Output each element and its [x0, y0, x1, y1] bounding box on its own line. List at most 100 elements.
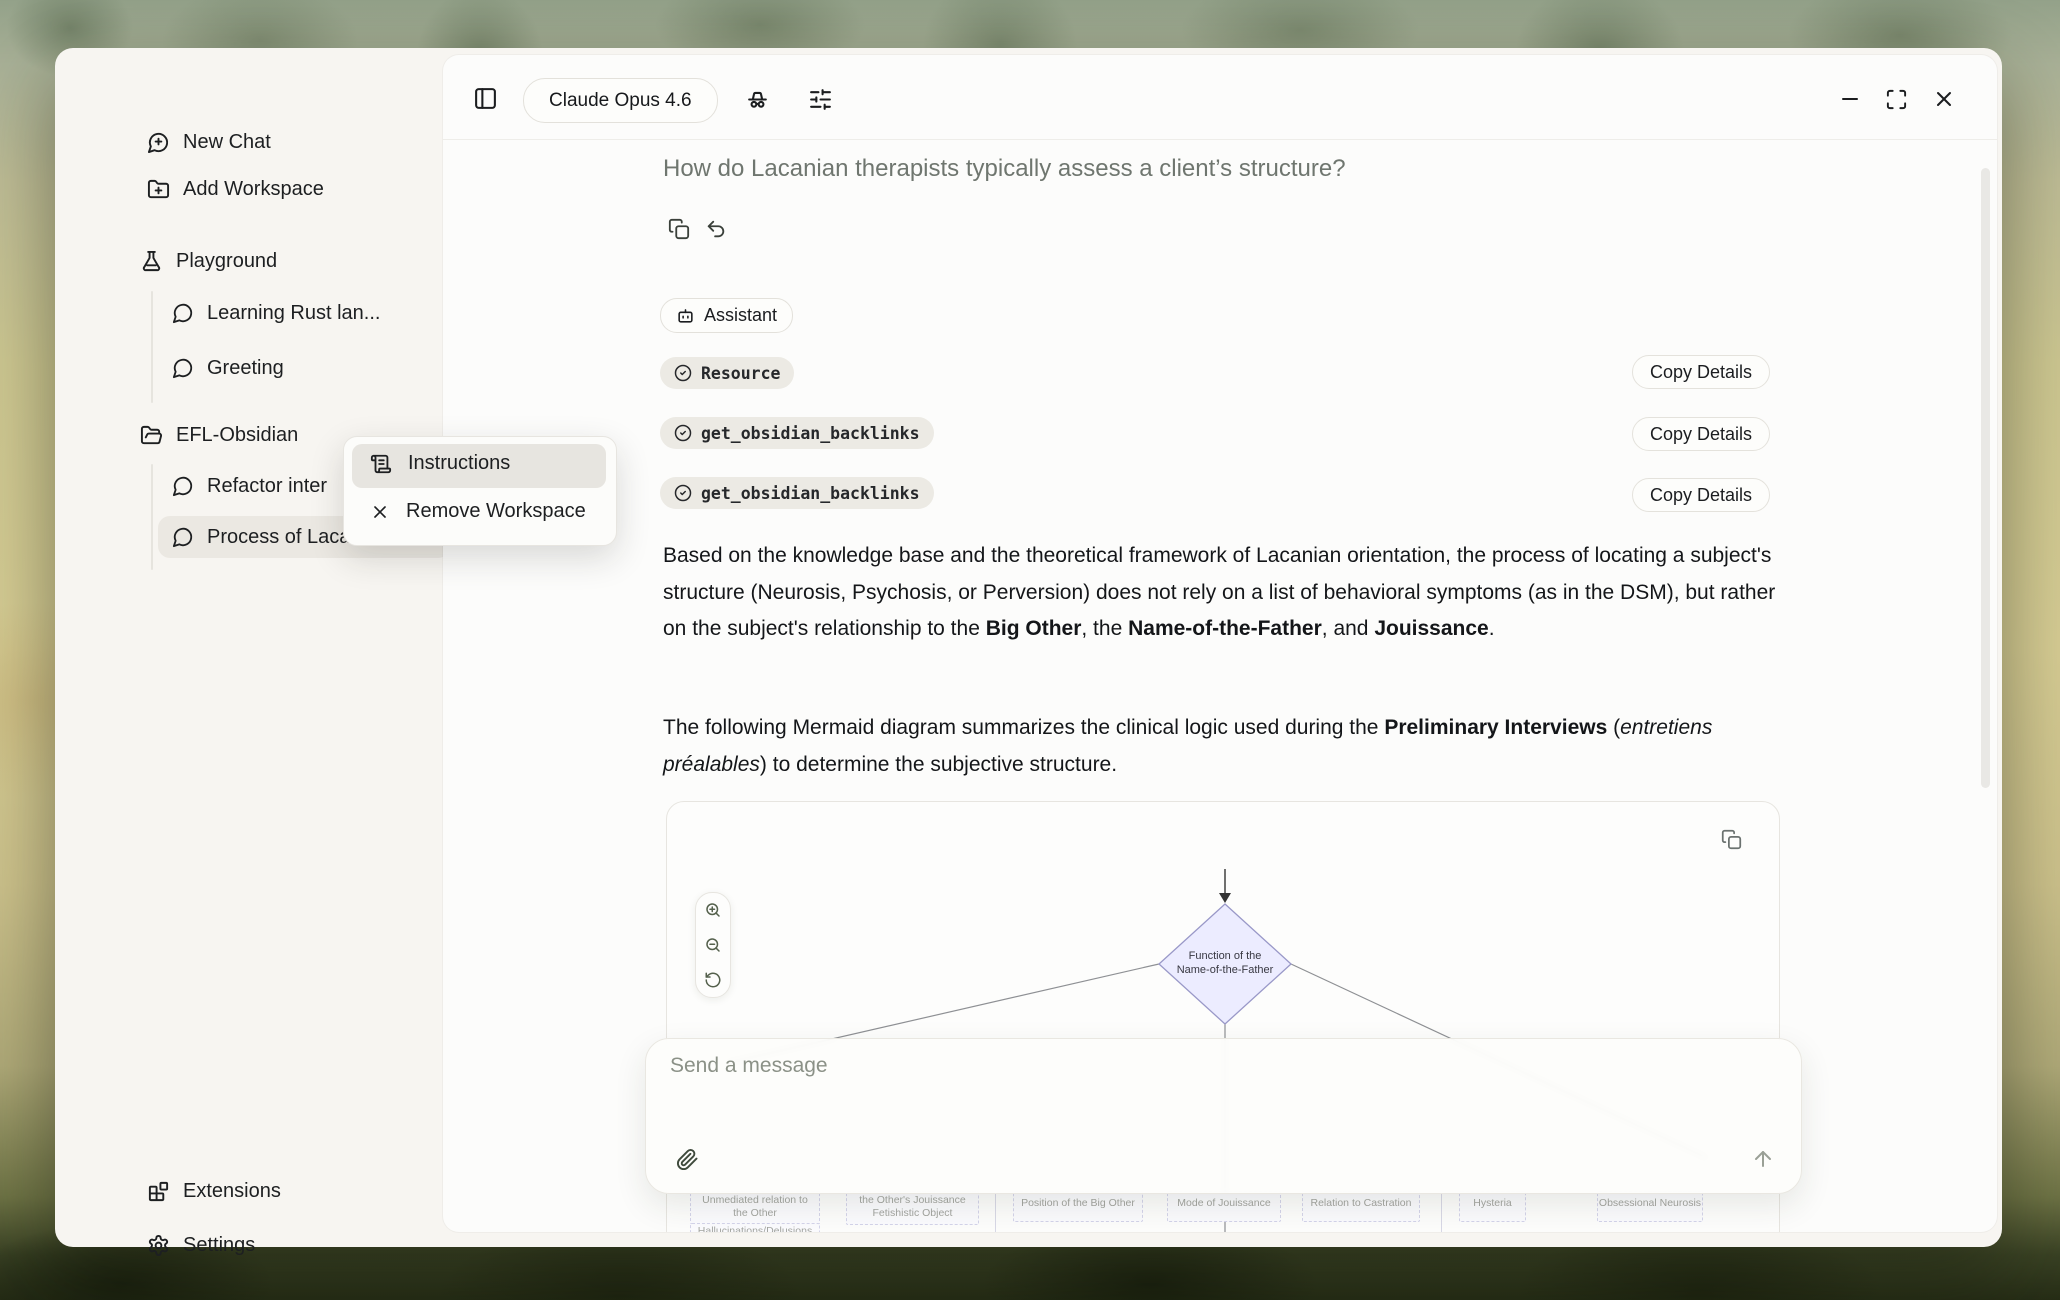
- flowchart-node: Relation to Castration: [1302, 1191, 1420, 1222]
- flowchart-node: Mode of Jouissance: [1167, 1191, 1281, 1222]
- check-circle-icon: [674, 364, 692, 382]
- text-run: , the: [1081, 617, 1128, 640]
- add-workspace-button[interactable]: Add Workspace: [147, 174, 324, 204]
- send-message-button[interactable]: [1751, 1147, 1775, 1171]
- assistant-badge-label: Assistant: [704, 305, 777, 326]
- chat-panel: Claude Opus 4.6 How do Lacanian therapis…: [443, 55, 1997, 1232]
- new-chat-button[interactable]: New Chat: [147, 127, 271, 157]
- settings-label: Settings: [183, 1234, 255, 1257]
- flowchart-node: Hysteria: [1459, 1191, 1526, 1222]
- chat-bubble-icon: [172, 526, 194, 548]
- minimize-button[interactable]: [1837, 86, 1863, 112]
- paperclip-icon: [676, 1148, 699, 1171]
- desktop: New Chat Add Workspace Playground Learni…: [0, 0, 2060, 1300]
- bold-run: Jouissance: [1374, 617, 1488, 640]
- flowchart-edge: [1441, 1193, 1442, 1232]
- maximize-icon: [1885, 88, 1908, 111]
- toggle-sidebar-button[interactable]: [473, 86, 498, 111]
- zoom-in-icon: [704, 901, 722, 919]
- decision-node-line2: Name-of-the-Father: [1145, 963, 1305, 977]
- attach-file-button[interactable]: [676, 1148, 699, 1171]
- arrow-up-icon: [1751, 1147, 1775, 1171]
- add-workspace-label: Add Workspace: [183, 178, 324, 201]
- reset-view-icon: [704, 971, 722, 989]
- folder-plus-icon: [147, 178, 170, 201]
- flowchart-node: the Other's Jouissance Fetishistic Objec…: [846, 1191, 979, 1225]
- bold-run: Big Other: [986, 617, 1082, 640]
- menu-item-remove-workspace[interactable]: Remove Workspace: [370, 500, 586, 523]
- sidebar-section-playground[interactable]: Playground: [140, 246, 277, 276]
- text-run: (: [1607, 716, 1620, 739]
- diagram-zoom-controls: [695, 892, 731, 998]
- text-run: , and: [1322, 617, 1375, 640]
- extensions-label: Extensions: [183, 1180, 281, 1203]
- node-line: the Other: [691, 1207, 819, 1220]
- scrollbar-thumb[interactable]: [1981, 168, 1990, 788]
- copy-icon: [1721, 829, 1742, 850]
- extensions-icon: [147, 1180, 170, 1203]
- text-run: .: [1489, 617, 1495, 640]
- flowchart-edge: [995, 1193, 996, 1232]
- sidebar-chat-greeting[interactable]: Greeting: [172, 353, 284, 383]
- zoom-out-button[interactable]: [704, 936, 722, 954]
- sliders-icon: [808, 87, 833, 112]
- panel-left-icon: [473, 86, 498, 111]
- assistant-paragraph-1: Based on the knowledge base and the theo…: [663, 538, 1783, 648]
- tool-call-get-obsidian-backlinks[interactable]: get_obsidian_backlinks: [660, 417, 934, 449]
- chat-settings-button[interactable]: [808, 87, 833, 112]
- workspace-context-menu: Instructions Remove Workspace: [343, 436, 617, 546]
- node-line: the Other's Jouissance: [847, 1194, 978, 1207]
- extensions-button[interactable]: Extensions: [147, 1176, 281, 1206]
- flowchart-node: Position of the Big Other: [1013, 1191, 1143, 1222]
- model-name: Claude Opus 4.6: [549, 90, 692, 112]
- zoom-in-button[interactable]: [704, 901, 722, 919]
- model-selector[interactable]: Claude Opus 4.6: [523, 78, 718, 123]
- decision-node-label: Function of the Name-of-the-Father: [1145, 949, 1305, 977]
- copy-details-button[interactable]: Copy Details: [1632, 417, 1770, 451]
- new-chat-label: New Chat: [183, 131, 271, 154]
- chat-label: Learning Rust lan...: [207, 302, 380, 325]
- close-button[interactable]: [1931, 86, 1957, 112]
- message-input[interactable]: [646, 1039, 1801, 1193]
- chat-label: Refactor inter: [207, 475, 327, 498]
- incognito-mode-button[interactable]: [745, 87, 770, 112]
- menu-item-instructions[interactable]: Instructions: [370, 452, 510, 475]
- x-icon: [370, 502, 390, 522]
- retry-message-button[interactable]: [705, 218, 727, 240]
- zoom-out-icon: [704, 936, 722, 954]
- sidebar-chat-learning-rust[interactable]: Learning Rust lan...: [172, 298, 380, 328]
- chat-bubble-icon: [172, 357, 194, 379]
- bold-run: Name-of-the-Father: [1128, 617, 1322, 640]
- check-circle-icon: [674, 424, 692, 442]
- chat-label: Greeting: [207, 357, 284, 380]
- sidebar-chat-refactor[interactable]: Refactor inter: [172, 471, 327, 501]
- gear-icon: [147, 1234, 170, 1257]
- tool-call-resource[interactable]: Resource: [660, 357, 794, 389]
- minimize-icon: [1838, 87, 1862, 111]
- copy-message-button[interactable]: [668, 218, 690, 240]
- sidebar-section-efl-obsidian[interactable]: EFL-Obsidian: [140, 420, 298, 450]
- decision-node-line1: Function of the: [1145, 949, 1305, 963]
- flowchart-node: Unmediated relation to the Other: [690, 1191, 820, 1225]
- copy-details-button[interactable]: Copy Details: [1632, 355, 1770, 389]
- text-run: ) to determine the subjective structure.: [760, 753, 1117, 776]
- user-message: How do Lacanian therapists typically ass…: [663, 155, 1783, 183]
- assistant-badge: Assistant: [660, 298, 793, 333]
- chat-bubble-icon: [172, 475, 194, 497]
- maximize-button[interactable]: [1883, 86, 1909, 112]
- tool-name: Resource: [701, 364, 780, 383]
- indent-guide: [151, 464, 153, 570]
- check-circle-icon: [674, 484, 692, 502]
- incognito-icon: [745, 87, 770, 112]
- close-icon: [1932, 87, 1956, 111]
- assistant-paragraph-2: The following Mermaid diagram summarizes…: [663, 710, 1783, 783]
- copy-details-button[interactable]: Copy Details: [1632, 478, 1770, 512]
- copy-diagram-button[interactable]: [1721, 829, 1742, 850]
- playground-label: Playground: [176, 250, 277, 273]
- text-run: The following Mermaid diagram summarizes…: [663, 716, 1384, 739]
- settings-button[interactable]: Settings: [147, 1230, 255, 1260]
- scroll-icon: [370, 453, 392, 475]
- flask-icon: [140, 250, 163, 273]
- zoom-reset-button[interactable]: [704, 971, 722, 989]
- tool-call-get-obsidian-backlinks[interactable]: get_obsidian_backlinks: [660, 477, 934, 509]
